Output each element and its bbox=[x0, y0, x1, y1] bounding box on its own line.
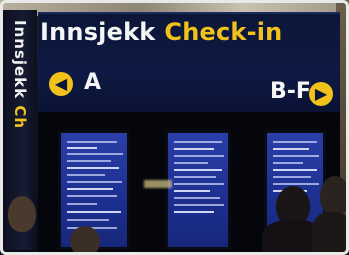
sign-title-local: Innsjekk bbox=[40, 18, 156, 46]
sign-title-english: Check-in bbox=[164, 18, 283, 46]
side-sign-text: Innsjekk Ch bbox=[11, 20, 29, 129]
traveler-head bbox=[8, 196, 36, 232]
arrow-left-icon: ◀ bbox=[49, 72, 73, 96]
sign-title: Innsjekk Check-in bbox=[40, 18, 282, 46]
side-sign-english: Ch bbox=[11, 105, 29, 130]
airport-checkin-photo: Innsjekk Ch Innsjekk Check-in ◀ A B-F ▶ bbox=[0, 0, 349, 255]
gate-left-label: A bbox=[84, 70, 102, 95]
departure-monitor-center bbox=[165, 130, 231, 250]
gate-right-label: B-F bbox=[270, 79, 311, 104]
traveler-head bbox=[70, 226, 100, 255]
side-sign-local: Innsjekk bbox=[11, 20, 29, 100]
traveler-head bbox=[320, 176, 349, 216]
ceiling-light-reflection bbox=[144, 180, 172, 188]
arrow-right-icon: ▶ bbox=[309, 82, 333, 106]
traveler-body bbox=[312, 212, 349, 255]
